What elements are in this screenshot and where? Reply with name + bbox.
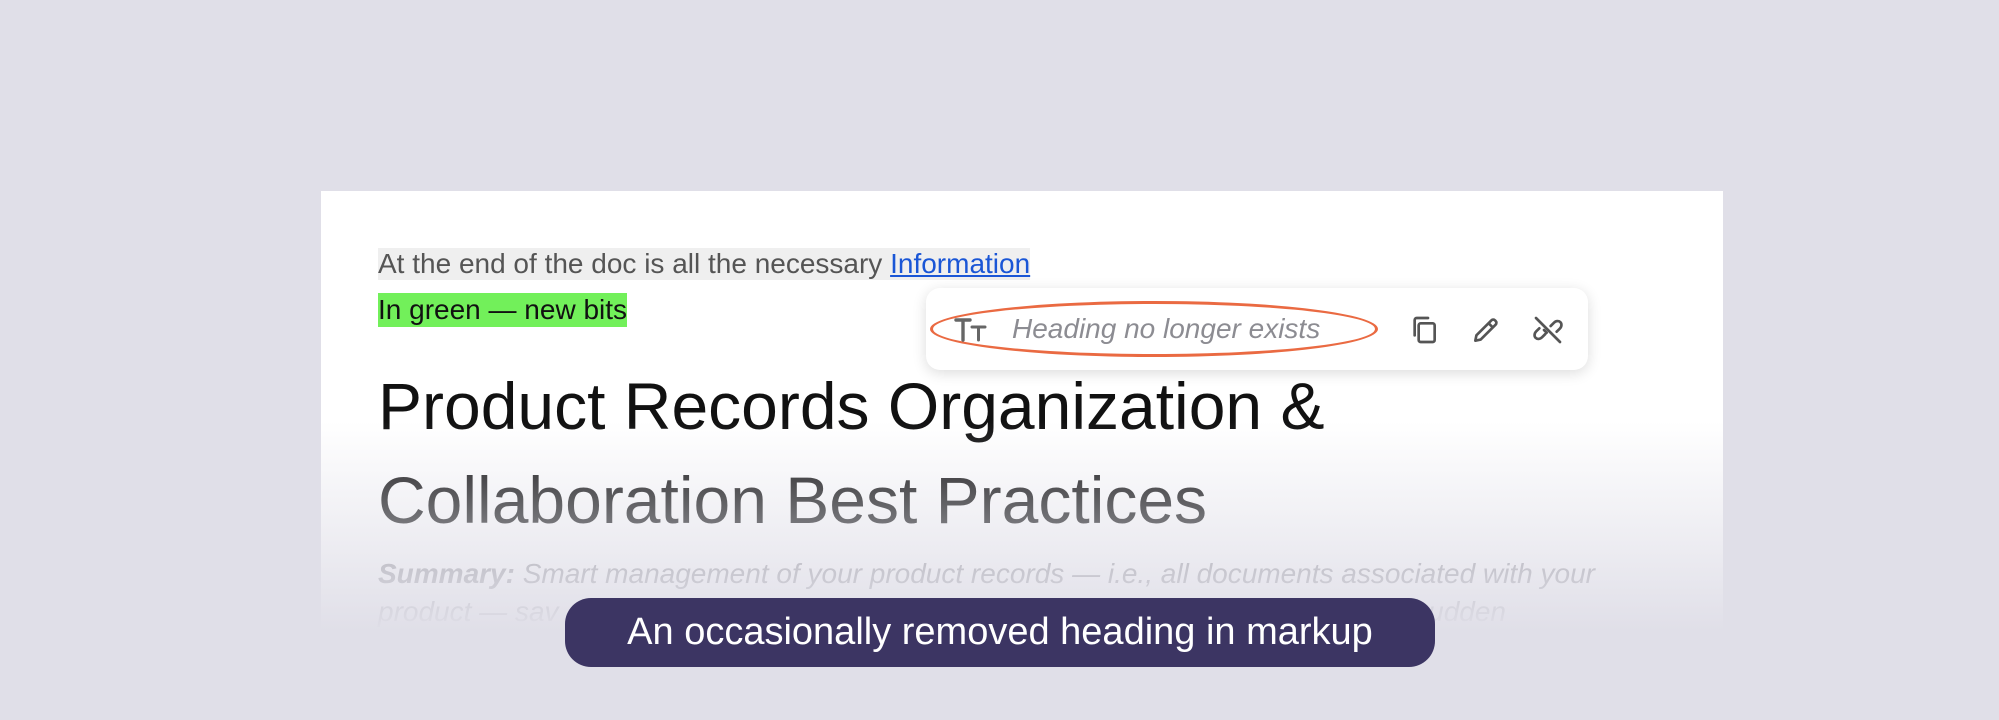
- title-line-2: Collaboration Best Practices: [378, 463, 1208, 537]
- green-note: In green — new bits: [378, 293, 628, 327]
- edit-icon: [1474, 318, 1498, 342]
- document-title: Product Records Organization & Collabora…: [378, 359, 1578, 547]
- video-caption: An occasionally removed heading in marku…: [565, 598, 1435, 667]
- copy-icon: [1413, 316, 1436, 344]
- heading-status-text: Heading no longer exists: [1012, 313, 1321, 344]
- intro-line: At the end of the doc is all the necessa…: [378, 248, 1031, 280]
- summary-line-2: product — sav: [378, 596, 559, 627]
- copy-link-button[interactable]: [1404, 310, 1444, 350]
- unlink-icon: [1533, 316, 1563, 344]
- summary-line-1: Smart management of your product records…: [514, 558, 1595, 589]
- title-line-1: Product Records Organization &: [378, 369, 1325, 443]
- intro-text: At the end of the doc is all the necessa…: [378, 248, 891, 279]
- edit-link-button[interactable]: [1466, 310, 1506, 350]
- remove-link-button[interactable]: [1528, 310, 1568, 350]
- summary-label: Summary:: [378, 558, 515, 589]
- text-format-icon: [954, 314, 988, 344]
- information-link[interactable]: Information: [890, 248, 1030, 279]
- document-page: At the end of the doc is all the necessa…: [321, 191, 1723, 631]
- link-popover: Heading no longer exists: [926, 288, 1588, 370]
